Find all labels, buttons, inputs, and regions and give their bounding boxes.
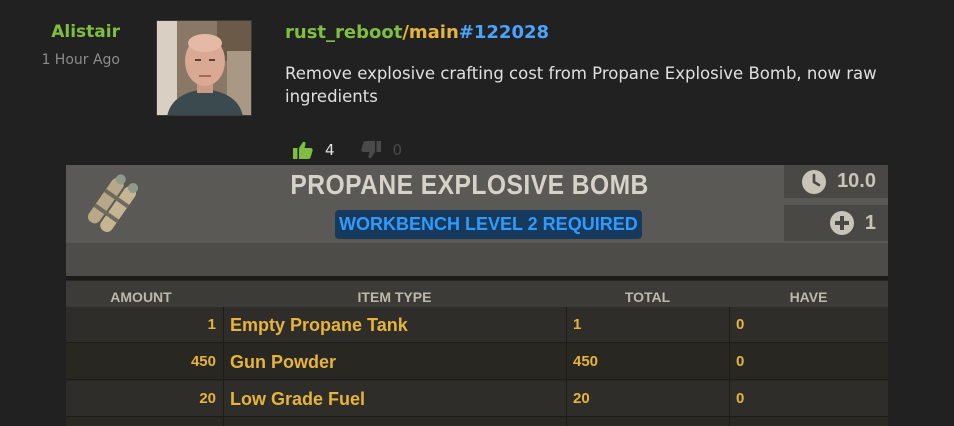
post-timestamp: 1 Hour Ago: [41, 52, 120, 68]
row-amount: 20: [199, 390, 216, 407]
row-item[interactable]: Gun Powder: [230, 344, 336, 380]
column-have: HAVE: [789, 289, 828, 305]
row-have: 0: [736, 316, 745, 333]
upvote-button[interactable]: 4: [293, 141, 335, 159]
row-item[interactable]: Low Grade Fuel: [230, 381, 365, 417]
crafting-card: PROPANE EXPLOSIVE BOMB WORKBENCH LEVEL 2…: [66, 165, 888, 426]
author-name[interactable]: Alistair: [0, 22, 120, 42]
column-total: TOTAL: [624, 289, 671, 305]
craft-amount: 1: [864, 211, 876, 234]
table-row: 1 Empty Propane Tank 1 0: [66, 307, 888, 343]
thumbs-up-icon: [293, 141, 313, 159]
row-total: 450: [573, 353, 599, 370]
craft-time: 10.0: [837, 170, 876, 192]
column-amount: AMOUNT: [110, 289, 172, 305]
repo-name[interactable]: rust_reboot: [285, 22, 402, 43]
row-total: 1: [573, 316, 582, 333]
thumbs-down-icon: [360, 141, 381, 159]
row-amount: 450: [190, 353, 216, 370]
table-row: 450 Gun Powder 450 0: [66, 344, 888, 380]
commit-message: Remove explosive crafting cost from Prop…: [285, 64, 877, 106]
column-item-type: ITEM TYPE: [357, 289, 432, 305]
propane-bomb-icon: [76, 169, 148, 241]
plus-circle-icon: [829, 211, 854, 235]
downvote-button[interactable]: 0: [360, 141, 403, 159]
commit-link[interactable]: rust_reboot/main#122028: [285, 22, 549, 43]
item-title: PROPANE EXPLOSIVE BOMB: [290, 169, 649, 200]
vote-bar: 4 0: [293, 139, 428, 161]
row-total: 20: [573, 390, 590, 407]
row-have: 0: [736, 390, 745, 407]
card-band: [66, 243, 888, 276]
craft-time-box: 10.0: [784, 165, 888, 198]
column-divider: [729, 307, 730, 426]
downvote-count: 0: [392, 141, 403, 159]
card-divider: [66, 276, 888, 280]
row-amount: 1: [207, 316, 216, 333]
branch-name[interactable]: /main: [402, 22, 458, 43]
table-row: 20 Low Grade Fuel 20 0: [66, 381, 888, 417]
clock-icon: [802, 169, 827, 194]
upvote-count: 4: [325, 141, 335, 159]
craft-amount-box: 1: [784, 205, 888, 241]
column-divider: [566, 307, 567, 426]
avatar[interactable]: [156, 20, 252, 116]
column-divider: [223, 307, 224, 426]
commit-number[interactable]: #122028: [459, 22, 549, 43]
row-item[interactable]: Empty Propane Tank: [230, 307, 408, 343]
row-have: 0: [736, 353, 745, 370]
workbench-requirement: WORKBENCH LEVEL 2 REQUIRED: [335, 210, 642, 239]
